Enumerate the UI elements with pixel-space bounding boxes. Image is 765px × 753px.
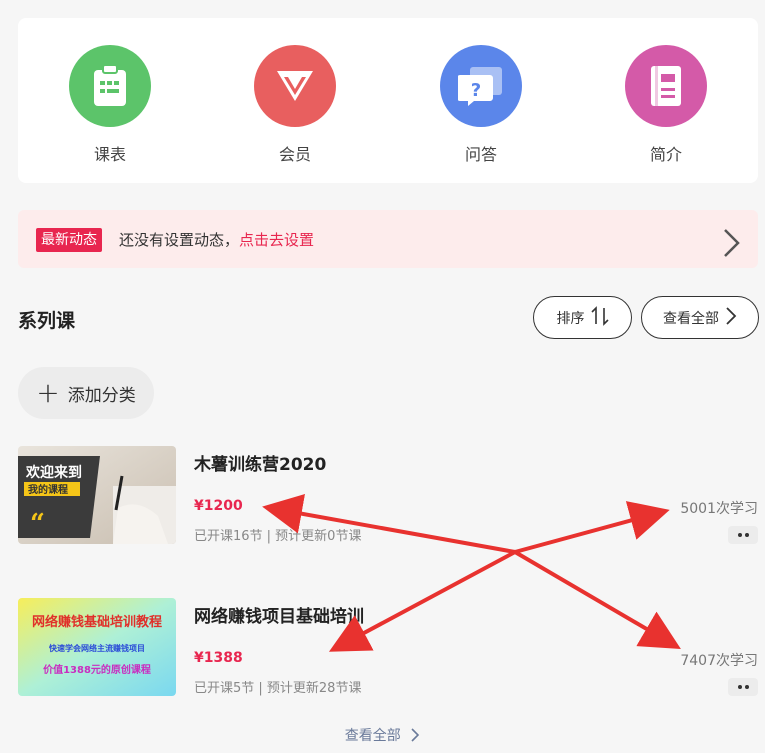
add-category-label: 添加分类: [67, 385, 136, 406]
course-item[interactable]: 网络赚钱基础培训教程 快速学会网络主流赚钱项目 价值1388元的原创课程 网络赚…: [18, 598, 758, 698]
more-dots-icon[interactable]: [728, 526, 758, 544]
news-message: 还没有设置动态，: [119, 231, 240, 249]
plus-icon: +: [36, 376, 60, 409]
course-thumbnail: 欢迎来到 我的课程 “: [18, 446, 176, 544]
thumbnail-text: 快速学会网络主流赚钱项目: [49, 643, 145, 653]
nav-item-member[interactable]: 会员: [235, 45, 355, 165]
view-all-label: 查看全部: [344, 728, 401, 744]
book-icon: [625, 45, 707, 127]
course-meta: 已开课5节 | 预计更新28节课: [194, 681, 362, 696]
course-study-count: 7407次学习: [680, 653, 758, 669]
news-setup-link[interactable]: 点击去设置: [239, 231, 314, 249]
course-price: ¥1200: [194, 498, 243, 514]
clipboard-icon: [69, 45, 151, 127]
news-text: 还没有设置动态，点击去设置: [119, 230, 314, 250]
question-chat-icon: ?: [440, 45, 522, 127]
nav-item-intro[interactable]: 简介: [606, 45, 726, 165]
course-item[interactable]: 欢迎来到 我的课程 “ 木薯训练营2020 ¥1200 已开课16节 | 预计更…: [18, 446, 758, 546]
nav-item-schedule[interactable]: 课表: [50, 45, 170, 165]
nav-label: 会员: [278, 145, 311, 164]
chevron-right-icon: [719, 306, 737, 330]
chevron-right-icon[interactable]: [720, 227, 742, 263]
more-dots-icon[interactable]: [728, 678, 758, 696]
course-price: ¥1388: [194, 650, 243, 666]
thumbnail-text: 欢迎来到: [25, 464, 82, 481]
view-all-series-button[interactable]: 查看全部: [641, 296, 759, 339]
sort-label: 排序: [556, 310, 585, 327]
add-category-button[interactable]: + 添加分类: [18, 367, 154, 419]
section-title: 系列课: [18, 310, 76, 332]
vip-gem-icon: [254, 45, 336, 127]
thumbnail-text: 网络赚钱基础培训教程: [32, 614, 162, 630]
course-thumbnail: 网络赚钱基础培训教程 快速学会网络主流赚钱项目 价值1388元的原创课程: [18, 598, 176, 696]
svg-text:“: “: [30, 509, 45, 539]
latest-news-bar[interactable]: 最新动态 还没有设置动态，点击去设置: [18, 210, 758, 268]
course-study-count: 5001次学习: [680, 501, 758, 517]
nav-label: 简介: [649, 145, 682, 164]
view-all-courses-link[interactable]: 查看全部: [0, 725, 765, 745]
thumbnail-text: 价值1388元的原创课程: [43, 663, 151, 676]
nav-label: 课表: [93, 145, 126, 164]
svg-text:?: ?: [471, 80, 481, 101]
sort-arrows-icon: [585, 305, 609, 330]
sort-button[interactable]: 排序: [533, 296, 632, 339]
course-meta: 已开课16节 | 预计更新0节课: [194, 529, 362, 544]
chevron-right-icon: [405, 728, 420, 744]
view-all-label: 查看全部: [663, 310, 719, 327]
course-title: 网络赚钱项目基础培训: [194, 607, 364, 627]
nav-label: 问答: [464, 145, 497, 164]
feature-nav-card: 课表 会员 ? 问答 简介: [18, 18, 758, 183]
thumbnail-text: 我的课程: [28, 483, 68, 496]
nav-item-qa[interactable]: ? 问答: [421, 45, 541, 165]
news-badge: 最新动态: [36, 228, 102, 252]
course-title: 木薯训练营2020: [194, 455, 327, 475]
